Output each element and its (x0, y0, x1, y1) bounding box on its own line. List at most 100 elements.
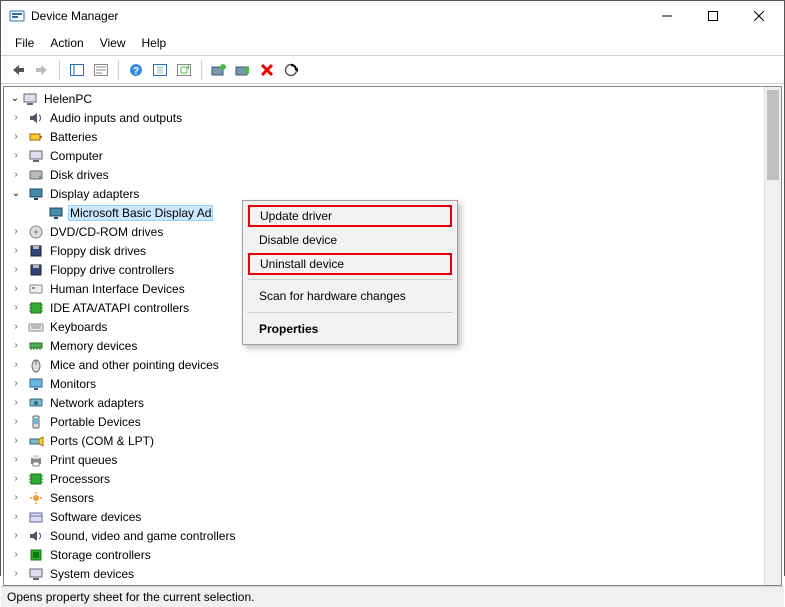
computer-icon (28, 148, 44, 164)
tree-item-label: Keyboards (48, 319, 109, 335)
chevron-right-icon[interactable]: › (9, 150, 23, 161)
menu-separator (247, 279, 453, 280)
menu-help[interactable]: Help (134, 33, 175, 53)
tree-item-label: Memory devices (48, 338, 139, 354)
menu-action[interactable]: Action (42, 33, 91, 53)
window-title: Device Manager (31, 9, 644, 23)
tree-item-label: Computer (48, 148, 105, 164)
tree-item-ports[interactable]: › Ports (COM & LPT) (4, 431, 781, 450)
tree-item-label: System devices (48, 566, 136, 582)
back-icon[interactable] (7, 59, 29, 81)
chevron-right-icon[interactable]: › (9, 454, 23, 465)
port-icon (28, 433, 44, 449)
tree-item-label: Software devices (48, 509, 143, 525)
tree-item-label: Display adapters (48, 186, 141, 202)
show-hidden-icon[interactable] (66, 59, 88, 81)
tree-item-label: Print queues (48, 452, 119, 468)
chevron-right-icon[interactable]: › (9, 549, 23, 560)
tree-item-computer[interactable]: › Computer (4, 146, 781, 165)
menu-disable-device[interactable]: Disable device (245, 228, 455, 252)
network-icon (28, 395, 44, 411)
tree-item-label: Audio inputs and outputs (48, 110, 184, 126)
tree-item-sensors[interactable]: › Sensors (4, 488, 781, 507)
chevron-right-icon[interactable]: › (9, 112, 23, 123)
chevron-right-icon[interactable]: › (9, 416, 23, 427)
dvd-icon (28, 224, 44, 240)
chevron-right-icon[interactable]: › (9, 568, 23, 579)
tree-item-storage[interactable]: › Storage controllers (4, 545, 781, 564)
menu-bar: File Action View Help (1, 31, 784, 56)
menu-scan-hardware[interactable]: Scan for hardware changes (245, 284, 455, 308)
software-icon (28, 509, 44, 525)
tree-item-sound[interactable]: ›Sound, video and game controllers (4, 526, 781, 545)
chevron-right-icon[interactable]: › (9, 302, 23, 313)
chevron-right-icon[interactable]: › (9, 473, 23, 484)
menu-view[interactable]: View (92, 33, 134, 53)
storage-icon (28, 547, 44, 563)
tree-item-label: Sensors (48, 490, 96, 506)
title-bar: Device Manager (1, 1, 784, 31)
chevron-right-icon[interactable]: › (9, 264, 23, 275)
chevron-right-icon[interactable]: › (9, 435, 23, 446)
update-driver-icon[interactable] (208, 59, 230, 81)
chevron-down-icon[interactable]: ⌄ (9, 188, 23, 199)
caret-icon[interactable]: ⌄ (8, 93, 22, 104)
chevron-right-icon[interactable]: › (9, 321, 23, 332)
menu-file[interactable]: File (7, 33, 42, 53)
chevron-right-icon[interactable]: › (9, 283, 23, 294)
tree-item-monitors[interactable]: ›Monitors (4, 374, 781, 393)
tree-item-label: Floppy disk drives (48, 243, 148, 259)
display-icon (48, 205, 64, 221)
tree-item-label: Microsoft Basic Display Ad (68, 205, 213, 221)
tree-item-processors[interactable]: ›Processors (4, 469, 781, 488)
chevron-right-icon[interactable]: › (9, 359, 23, 370)
chevron-right-icon[interactable]: › (9, 131, 23, 142)
tree-item-network[interactable]: ›Network adapters (4, 393, 781, 412)
tree-item-system[interactable]: › System devices (4, 564, 781, 583)
tree-item-label: Mice and other pointing devices (48, 357, 221, 373)
tree-item-software[interactable]: › Software devices (4, 507, 781, 526)
scan-icon[interactable] (280, 59, 302, 81)
chevron-right-icon[interactable]: › (9, 397, 23, 408)
chevron-right-icon[interactable]: › (9, 340, 23, 351)
chevron-right-icon[interactable]: › (9, 169, 23, 180)
tree-item-label: Ports (COM & LPT) (48, 433, 156, 449)
properties-icon[interactable] (90, 59, 112, 81)
monitor-icon (28, 376, 44, 392)
close-button[interactable] (736, 1, 782, 31)
tree-item-label: IDE ATA/ATAPI controllers (48, 300, 191, 316)
tree-item-mice[interactable]: › Mice and other pointing devices (4, 355, 781, 374)
help-icon[interactable]: ? (125, 59, 147, 81)
chevron-right-icon[interactable]: › (9, 378, 23, 389)
uninstall-icon[interactable] (256, 59, 278, 81)
menu-update-driver[interactable]: Update driver (248, 205, 452, 227)
chevron-right-icon[interactable]: › (9, 492, 23, 503)
chevron-right-icon[interactable]: › (9, 226, 23, 237)
forward-icon[interactable] (31, 59, 53, 81)
tree-root-label: HelenPC (42, 91, 94, 107)
tree-item-disk[interactable]: ›Disk drives (4, 165, 781, 184)
tree-item-label: DVD/CD-ROM drives (48, 224, 165, 240)
maximize-button[interactable] (690, 1, 736, 31)
chevron-right-icon[interactable]: › (9, 530, 23, 541)
menu-properties[interactable]: Properties (245, 317, 455, 341)
tree-root[interactable]: ⌄ HelenPC (4, 89, 781, 108)
tree-item-batteries[interactable]: ›Batteries (4, 127, 781, 146)
status-bar: Opens property sheet for the current sel… (1, 586, 784, 607)
chevron-right-icon[interactable]: › (9, 511, 23, 522)
chip-icon (28, 300, 44, 316)
menu-separator (247, 312, 453, 313)
enable-device-icon[interactable] (232, 59, 254, 81)
window-controls (644, 1, 782, 31)
wizard-icon[interactable] (149, 59, 171, 81)
vertical-scrollbar[interactable] (764, 87, 781, 585)
minimize-button[interactable] (644, 1, 690, 31)
chevron-right-icon[interactable]: › (9, 245, 23, 256)
refresh-icon[interactable] (173, 59, 195, 81)
menu-uninstall-device[interactable]: Uninstall device (248, 253, 452, 275)
tree-item-label: Storage controllers (48, 547, 153, 563)
tree-item-portable[interactable]: ›Portable Devices (4, 412, 781, 431)
tree-item-print[interactable]: › Print queues (4, 450, 781, 469)
tree-item-audio[interactable]: › Audio inputs and outputs (4, 108, 781, 127)
chip-icon (28, 471, 44, 487)
